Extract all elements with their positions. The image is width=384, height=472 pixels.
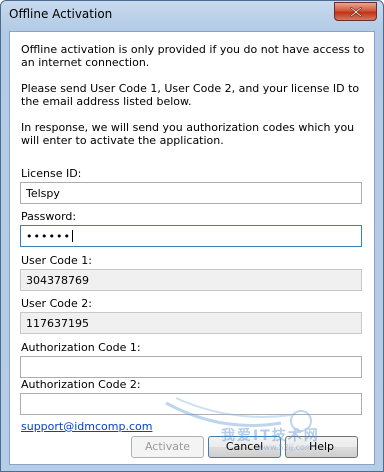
activate-button[interactable]: Activate bbox=[131, 436, 204, 458]
text-caret bbox=[71, 230, 73, 242]
license-id-input[interactable]: Telspy bbox=[20, 182, 362, 204]
info-text-2: Please send User Code 1, User Code 2, an… bbox=[21, 82, 360, 108]
close-icon bbox=[350, 7, 362, 17]
user-code-1-field[interactable]: 304378769 bbox=[20, 269, 362, 291]
password-value: •••••• bbox=[26, 230, 71, 243]
user-code-1-label: User Code 1: bbox=[21, 254, 92, 267]
password-label: Password: bbox=[21, 210, 77, 223]
help-button[interactable]: Help bbox=[285, 436, 358, 458]
window-title: Offline Activation bbox=[9, 7, 113, 21]
auth-code-1-input[interactable] bbox=[20, 356, 362, 378]
info-text-3: In response, we will send you authorizat… bbox=[21, 121, 355, 147]
info-text-1: Offline activation is only provided if y… bbox=[21, 43, 365, 69]
auth-code-2-input[interactable] bbox=[20, 393, 362, 415]
auth-code-2-label: Authorization Code 2: bbox=[21, 378, 141, 391]
auth-code-1-label: Authorization Code 1: bbox=[21, 341, 141, 354]
close-button[interactable] bbox=[334, 2, 377, 21]
license-id-label: License ID: bbox=[21, 167, 82, 180]
user-code-2-label: User Code 2: bbox=[21, 297, 92, 310]
dialog-body: Offline activation is only provided if y… bbox=[9, 31, 375, 465]
support-email-link[interactable]: support@idmcomp.com bbox=[21, 420, 152, 433]
cancel-button[interactable]: Cancel bbox=[208, 436, 281, 458]
user-code-2-field[interactable]: 117637195 bbox=[20, 312, 362, 334]
title-bar[interactable]: Offline Activation bbox=[1, 1, 383, 31]
password-input[interactable]: •••••• bbox=[20, 225, 362, 247]
offline-activation-window: Offline Activation Offline activation is… bbox=[0, 0, 384, 472]
